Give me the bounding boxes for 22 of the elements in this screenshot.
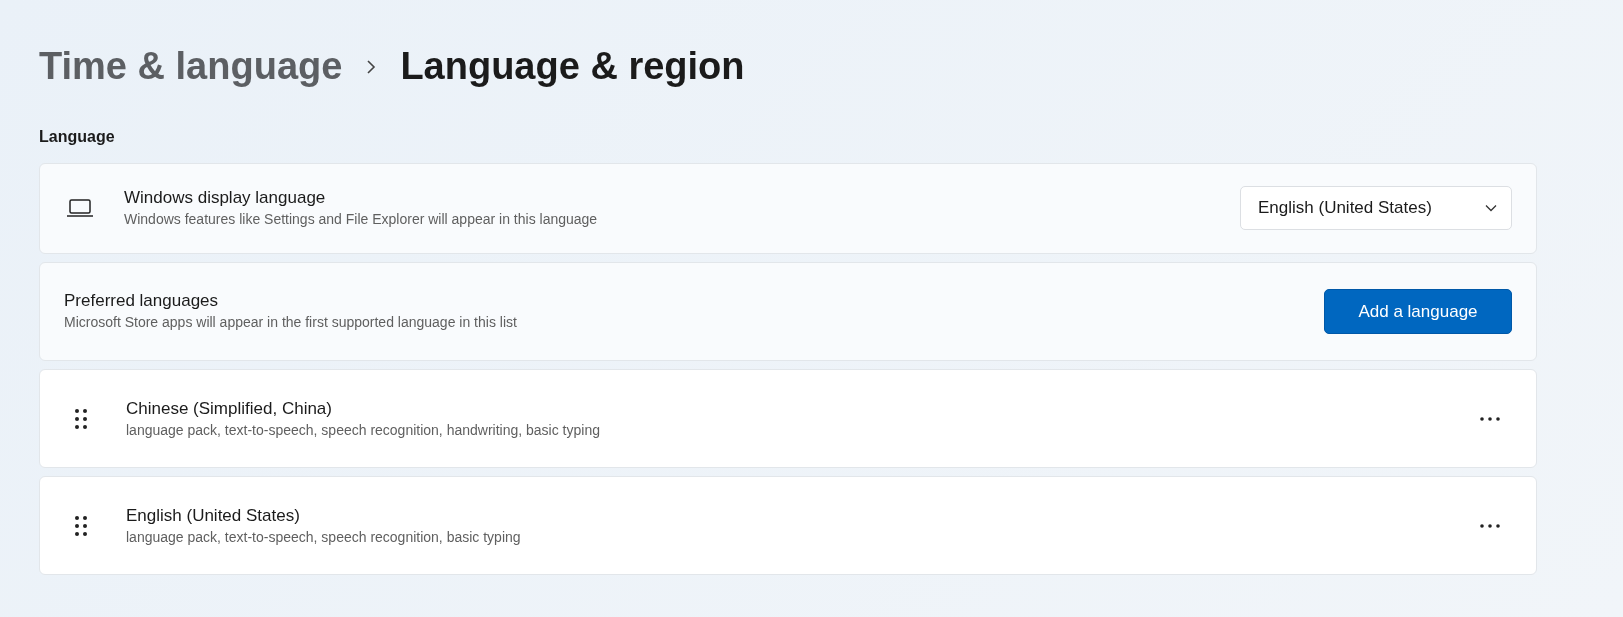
setting-description: language pack, text-to-speech, speech recognition, basic typing xyxy=(126,528,522,547)
add-language-button[interactable]: Add a language xyxy=(1324,288,1512,334)
page-title: Language & region xyxy=(400,44,745,89)
drag-handle-icon[interactable] xyxy=(74,408,88,430)
language-dropdown[interactable]: English (United States) xyxy=(1240,186,1512,230)
setting-description: Windows features like Settings and File Explorer will appear in this language xyxy=(124,209,599,229)
language-row[interactable]: Chinese (Simplified, China) language pack, text-to-speech, speech recognition, handwriting, basic typing xyxy=(39,369,1537,468)
setting-title: English (United States) xyxy=(126,505,301,527)
chevron-right-icon xyxy=(366,58,377,75)
setting-title: Chinese (Simplified, China) xyxy=(126,398,333,420)
breadcrumb-link[interactable]: Time & language xyxy=(39,38,343,95)
setting-title: Windows display language xyxy=(124,186,327,209)
chevron-down-icon xyxy=(1485,203,1497,212)
more-options-icon[interactable] xyxy=(1480,524,1500,528)
setting-title: Preferred languages xyxy=(64,290,220,313)
laptop-icon xyxy=(66,197,94,218)
more-options-icon[interactable] xyxy=(1480,417,1500,421)
setting-description: language pack, text-to-speech, speech recognition, handwriting, basic typing xyxy=(126,421,601,440)
drag-handle-icon[interactable] xyxy=(74,515,88,537)
setting-description: Microsoft Store apps will appear in the first supported language in this list xyxy=(64,313,518,333)
section-title: Language xyxy=(39,127,116,147)
language-row[interactable]: English (United States) language pack, text-to-speech, speech recognition, basic typing xyxy=(39,476,1537,575)
